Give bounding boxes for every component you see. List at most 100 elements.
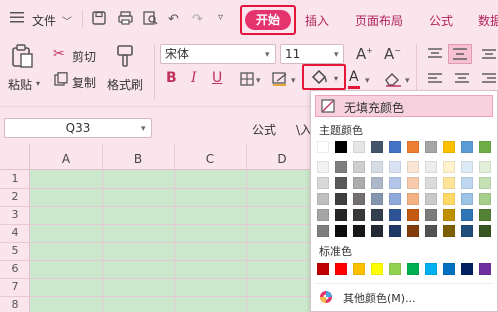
color-swatch[interactable] bbox=[443, 141, 455, 153]
color-swatch[interactable] bbox=[407, 141, 419, 153]
tab-formulas[interactable]: 公式 bbox=[429, 12, 453, 29]
customize-toolbar-icon[interactable]: ▿ bbox=[218, 12, 223, 23]
color-swatch[interactable] bbox=[317, 263, 329, 275]
italic-icon[interactable]: I bbox=[191, 70, 197, 86]
name-box[interactable]: Q33 bbox=[4, 118, 152, 138]
color-swatch[interactable] bbox=[371, 161, 383, 173]
color-swatch[interactable] bbox=[317, 161, 329, 173]
decrease-font-icon[interactable]: A− bbox=[384, 45, 401, 63]
color-swatch[interactable] bbox=[461, 209, 473, 221]
paste-icon[interactable] bbox=[10, 44, 34, 71]
cut-button[interactable]: 剪切 bbox=[72, 48, 96, 65]
color-swatch[interactable] bbox=[371, 193, 383, 205]
color-swatch[interactable] bbox=[371, 177, 383, 189]
tab-insert[interactable]: 插入 bbox=[305, 12, 329, 29]
font-color-icon[interactable]: A bbox=[349, 69, 359, 85]
color-swatch[interactable] bbox=[479, 177, 491, 189]
color-swatch[interactable] bbox=[389, 161, 401, 173]
color-swatch[interactable] bbox=[443, 225, 455, 237]
color-swatch[interactable] bbox=[425, 225, 437, 237]
color-swatch[interactable] bbox=[407, 209, 419, 221]
chevron-down-icon[interactable]: ▾ bbox=[265, 50, 270, 60]
color-swatch[interactable] bbox=[389, 141, 401, 153]
align-center-icon[interactable] bbox=[455, 73, 469, 88]
color-swatch[interactable] bbox=[461, 193, 473, 205]
color-swatch[interactable] bbox=[389, 177, 401, 189]
color-swatch[interactable] bbox=[461, 263, 473, 275]
color-swatch[interactable] bbox=[389, 209, 401, 221]
color-swatch[interactable] bbox=[479, 193, 491, 205]
color-swatch[interactable] bbox=[425, 161, 437, 173]
color-swatch[interactable] bbox=[479, 263, 491, 275]
increase-font-icon[interactable]: A+ bbox=[356, 45, 373, 63]
color-swatch[interactable] bbox=[335, 209, 347, 221]
color-swatch[interactable] bbox=[443, 193, 455, 205]
color-swatch[interactable] bbox=[335, 193, 347, 205]
color-swatch[interactable] bbox=[335, 177, 347, 189]
color-swatch[interactable] bbox=[425, 141, 437, 153]
color-swatch[interactable] bbox=[425, 177, 437, 189]
chevron-down-icon[interactable]: ▾ bbox=[141, 124, 146, 134]
save-icon[interactable] bbox=[92, 11, 106, 28]
align-top-icon[interactable] bbox=[428, 48, 442, 63]
redo-icon[interactable]: ↷ bbox=[192, 12, 203, 27]
chevron-down-icon[interactable]: ▾ bbox=[36, 79, 40, 88]
color-swatch[interactable] bbox=[371, 263, 383, 275]
color-swatch[interactable] bbox=[317, 209, 329, 221]
font-name-select[interactable]: 宋体 bbox=[160, 44, 276, 64]
color-swatch[interactable] bbox=[425, 193, 437, 205]
color-swatch[interactable] bbox=[443, 177, 455, 189]
hamburger-icon[interactable] bbox=[10, 11, 24, 23]
copy-icon[interactable] bbox=[54, 72, 68, 89]
tab-data[interactable]: 数据 bbox=[478, 12, 498, 29]
no-fill-option[interactable]: 无填充颜色 bbox=[315, 95, 493, 117]
color-swatch[interactable] bbox=[353, 161, 365, 173]
color-swatch[interactable] bbox=[461, 177, 473, 189]
color-swatch[interactable] bbox=[443, 263, 455, 275]
color-swatch[interactable] bbox=[335, 225, 347, 237]
color-swatch[interactable] bbox=[353, 141, 365, 153]
print-icon[interactable] bbox=[118, 11, 133, 28]
chevron-down-icon[interactable]: ▾ bbox=[256, 76, 261, 86]
color-swatch[interactable] bbox=[335, 141, 347, 153]
color-swatch[interactable] bbox=[479, 225, 491, 237]
color-swatch[interactable] bbox=[407, 161, 419, 173]
color-swatch[interactable] bbox=[371, 225, 383, 237]
color-swatch[interactable] bbox=[371, 209, 383, 221]
underline-icon[interactable]: U bbox=[212, 70, 222, 86]
color-swatch[interactable] bbox=[461, 141, 473, 153]
color-swatch[interactable] bbox=[425, 263, 437, 275]
color-swatch[interactable] bbox=[407, 177, 419, 189]
color-swatch[interactable] bbox=[389, 225, 401, 237]
formula-label[interactable]: 公式 bbox=[252, 121, 276, 138]
color-swatch[interactable] bbox=[461, 225, 473, 237]
color-swatch[interactable] bbox=[479, 209, 491, 221]
color-swatch[interactable] bbox=[371, 141, 383, 153]
color-swatch[interactable] bbox=[461, 161, 473, 173]
color-swatch[interactable] bbox=[479, 161, 491, 173]
color-swatch[interactable] bbox=[389, 193, 401, 205]
color-swatch[interactable] bbox=[317, 141, 329, 153]
color-swatch[interactable] bbox=[425, 209, 437, 221]
color-swatch[interactable] bbox=[353, 209, 365, 221]
color-swatch[interactable] bbox=[407, 225, 419, 237]
print-preview-icon[interactable] bbox=[143, 11, 158, 28]
align-middle-icon[interactable] bbox=[448, 44, 472, 64]
color-swatch[interactable] bbox=[353, 263, 365, 275]
cell-style-icon[interactable] bbox=[272, 72, 288, 89]
paste-button[interactable]: 粘贴 bbox=[8, 76, 32, 93]
format-painter-icon[interactable] bbox=[114, 44, 138, 71]
color-swatch[interactable] bbox=[443, 161, 455, 173]
color-swatch[interactable] bbox=[335, 161, 347, 173]
color-swatch[interactable] bbox=[353, 177, 365, 189]
undo-icon[interactable]: ↶ bbox=[168, 12, 179, 27]
border-icon[interactable] bbox=[240, 72, 254, 89]
spreadsheet-grid[interactable]: A B C D 1 2 3 4 5 6 7 8 bbox=[0, 144, 310, 312]
tab-page-layout[interactable]: 页面布局 bbox=[355, 12, 403, 29]
fill-color-button[interactable]: ▾ bbox=[302, 64, 346, 90]
color-swatch[interactable] bbox=[335, 263, 347, 275]
bold-icon[interactable]: B bbox=[166, 70, 177, 86]
chevron-down-icon[interactable]: ▾ bbox=[365, 76, 370, 86]
align-right-icon[interactable] bbox=[482, 73, 496, 88]
color-swatch[interactable] bbox=[407, 263, 419, 275]
